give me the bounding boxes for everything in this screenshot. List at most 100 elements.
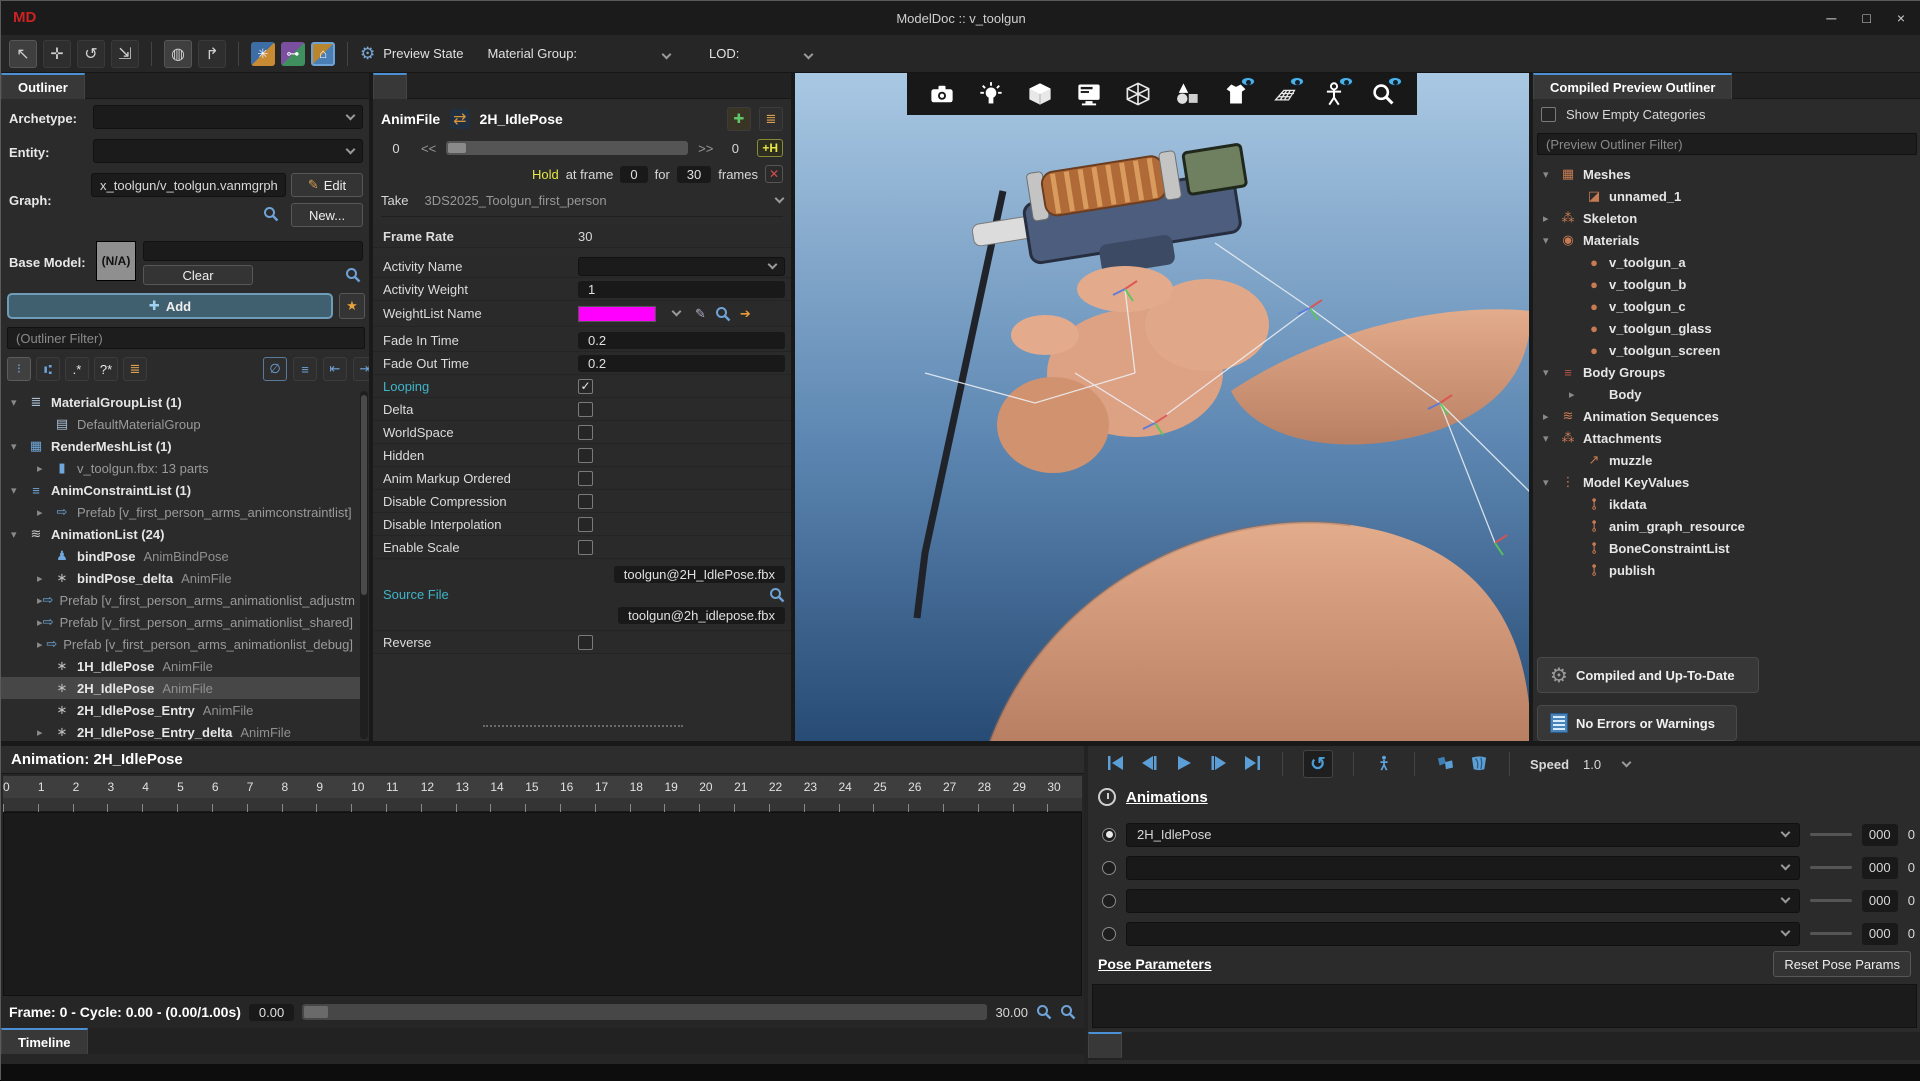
current-time-value[interactable]: 0.00 — [249, 1004, 294, 1021]
close-button[interactable]: × — [1897, 10, 1905, 26]
tree-item[interactable]: ● v_toolgun_screen — [1533, 339, 1920, 361]
tree-item[interactable]: ▸ ▮ v_toolgun.fbx: 13 parts — [1, 457, 361, 479]
skip-end-icon[interactable] — [1242, 755, 1262, 774]
tree-item[interactable]: ⊷ anim_graph_resource — [1533, 515, 1920, 537]
camera-icon[interactable] — [927, 79, 957, 109]
tree-item[interactable]: ▸ ∗ 2H_IdlePose_Entry_delta AnimFile — [1, 721, 361, 741]
tree-item[interactable]: ▸ Body — [1533, 383, 1920, 405]
tree-item[interactable]: ▾ ⋮ Model KeyValues — [1533, 471, 1920, 493]
play-icon[interactable] — [1174, 755, 1194, 774]
wireframe-cube-icon[interactable] — [1123, 79, 1153, 109]
property-checkbox[interactable] — [578, 448, 593, 463]
weight-value[interactable]: 000 — [1862, 857, 1898, 879]
bottom-tab[interactable] — [1186, 1032, 1218, 1058]
error-status-badge[interactable]: No Errors or Warnings — [1537, 705, 1737, 741]
tree-item[interactable]: ▸ ⇨ Prefab [v_first_person_arms_animatio… — [1, 611, 361, 633]
animation-slot-radio[interactable] — [1102, 894, 1116, 908]
world-pivot-button[interactable]: ◍ — [164, 40, 192, 68]
animation-slot-radio[interactable] — [1102, 828, 1116, 842]
property-checkbox[interactable] — [578, 517, 593, 532]
weightlist-dropdown-chevron[interactable] — [672, 307, 682, 317]
tree-item[interactable]: ∗ 1H_IdlePose AnimFile — [1, 655, 361, 677]
tree-item[interactable]: ∗ 2H_IdlePose_Entry AnimFile — [1, 699, 361, 721]
paint-tool-icon[interactable]: ✳ — [251, 42, 275, 66]
entity-dropdown[interactable] — [93, 139, 363, 163]
property-checkbox[interactable] — [578, 425, 593, 440]
graph-search-icon[interactable] — [263, 206, 279, 222]
inspect-tool-icon[interactable]: ⌂ — [311, 42, 335, 66]
preview-outliner-filter-input[interactable]: (Preview Outliner Filter) — [1537, 133, 1917, 155]
scale-tool-button[interactable]: ⇲ — [111, 40, 139, 68]
list-view-icon[interactable]: ≣ — [759, 107, 783, 131]
tree-item[interactable]: ● v_toolgun_a — [1533, 251, 1920, 273]
tree-item[interactable]: ▾ ▦ Meshes — [1533, 163, 1920, 185]
eyedropper-icon[interactable]: ✎ — [695, 306, 706, 322]
preview-state-label[interactable]: Preview State — [383, 46, 463, 61]
add-hold-button[interactable]: +H — [757, 139, 783, 157]
bottom-tab[interactable] — [1218, 1032, 1250, 1058]
skeleton-visibility-icon[interactable] — [1319, 79, 1349, 109]
tree-item[interactable]: ▾ ◉ Materials — [1533, 229, 1920, 251]
menu-item[interactable] — [167, 14, 193, 22]
tree-item[interactable]: ▾ ≋ AnimationList (24) — [1, 523, 361, 545]
base-model-search-icon[interactable] — [345, 267, 361, 283]
zoom-out-icon[interactable] — [1060, 1004, 1076, 1020]
animation-select-dropdown[interactable] — [1126, 922, 1800, 946]
source-file-value[interactable]: toolgun@2H_IdlePose.fbx — [614, 566, 785, 583]
local-axis-button[interactable]: ↱ — [198, 40, 226, 68]
tree-item[interactable]: ● v_toolgun_glass — [1533, 317, 1920, 339]
weight-value[interactable]: 000 — [1862, 890, 1898, 912]
speed-dropdown-chevron[interactable] — [1622, 757, 1632, 767]
outdent-icon[interactable]: ⇤ — [323, 357, 347, 381]
grid-visibility-icon[interactable] — [1270, 79, 1300, 109]
tree-item[interactable]: ▸ ⇨ Prefab [v_first_person_arms_animcons… — [1, 501, 361, 523]
property-checkbox[interactable] — [578, 471, 593, 486]
show-empty-categories-checkbox[interactable] — [1541, 107, 1556, 122]
add-note-icon[interactable]: ✚ — [727, 107, 751, 131]
tree-item[interactable]: ∗ 2H_IdlePose AnimFile — [1, 677, 361, 699]
swap-loop-icon[interactable]: ⇄ — [450, 109, 469, 129]
skip-start-icon[interactable] — [1106, 755, 1126, 774]
node-editor-tab[interactable] — [373, 73, 407, 99]
tree-expand-icon[interactable]: ⁝ — [7, 357, 31, 381]
tab-outliner[interactable]: Outliner — [1, 73, 85, 99]
minimize-button[interactable]: ─ — [1826, 10, 1836, 26]
weight-value[interactable]: 000 — [1862, 824, 1898, 846]
list-icon[interactable]: ≣ — [123, 357, 147, 381]
tree-item[interactable]: ● v_toolgun_b — [1533, 273, 1920, 295]
frame-rate-value[interactable]: 30 — [578, 229, 592, 244]
animation-select-dropdown[interactable] — [1126, 856, 1800, 880]
animation-slot-radio[interactable] — [1102, 861, 1116, 875]
animation-select-dropdown[interactable]: 2H_IdlePose — [1126, 823, 1800, 847]
tree-item[interactable]: ▤ DefaultMaterialGroup — [1, 413, 361, 435]
node-editor-tab[interactable] — [407, 73, 439, 99]
tree-item[interactable]: ▾ ≡ Body Groups — [1533, 361, 1920, 383]
menu-item[interactable] — [47, 14, 73, 22]
outliner-scrollbar[interactable] — [360, 391, 368, 739]
tree-item[interactable]: ▾ ≡ AnimConstraintList (1) — [1, 479, 361, 501]
cloth-sim-icon[interactable] — [1469, 755, 1489, 774]
remove-hold-button[interactable]: ✕ — [765, 165, 783, 183]
weight-slider[interactable] — [1810, 833, 1852, 836]
archetype-dropdown[interactable] — [93, 105, 363, 129]
seek-back-button[interactable]: << — [421, 141, 436, 156]
property-checkbox[interactable] — [578, 402, 593, 417]
tree-item[interactable]: ⊷ BoneConstraintList — [1533, 537, 1920, 559]
tree-item[interactable]: ♟ bindPose AnimBindPose — [1, 545, 361, 567]
source-file-search-icon[interactable] — [769, 587, 785, 603]
mesh-overlay-icon[interactable] — [1435, 755, 1455, 774]
timeline-ruler[interactable]: 0123456789101112131415161718192021222324… — [3, 776, 1082, 798]
weightlist-search-icon[interactable] — [715, 306, 731, 322]
weightlist-color-swatch[interactable] — [578, 306, 656, 322]
screen-icon[interactable] — [1074, 79, 1104, 109]
regex-question-star-icon[interactable]: ?* — [94, 357, 118, 381]
loop-toggle-button[interactable]: ↺ — [1303, 750, 1333, 778]
step-back-icon[interactable] — [1140, 755, 1160, 774]
weight-slider[interactable] — [1810, 899, 1852, 902]
tree-item[interactable]: ▸ ⇨ Prefab [v_first_person_arms_animatio… — [1, 589, 361, 611]
take-value[interactable]: 3DS2025_Toolgun_first_person — [424, 193, 606, 208]
tree-item[interactable]: ▸ ⁂ Skeleton — [1533, 207, 1920, 229]
graph-new-button[interactable]: New... — [291, 203, 363, 227]
tree-item[interactable]: ▾ ▦ RenderMeshList (1) — [1, 435, 361, 457]
reset-pose-params-button[interactable]: Reset Pose Params — [1773, 951, 1911, 977]
